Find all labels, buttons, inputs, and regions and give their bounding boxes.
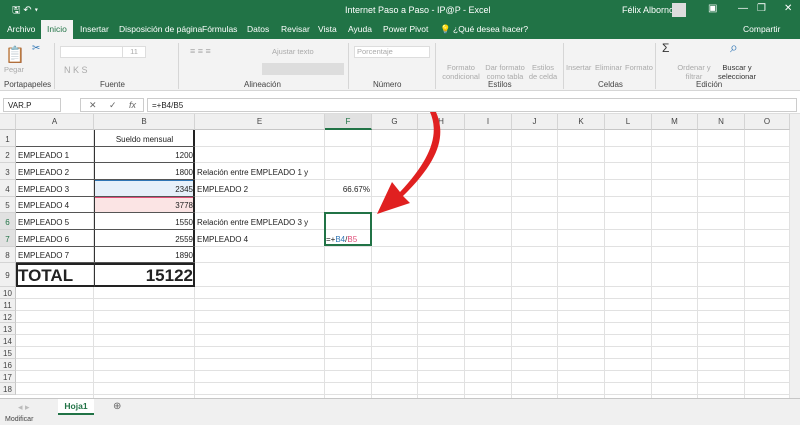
arrow-shape — [377, 112, 441, 214]
red-arrow-annotation — [377, 112, 441, 214]
